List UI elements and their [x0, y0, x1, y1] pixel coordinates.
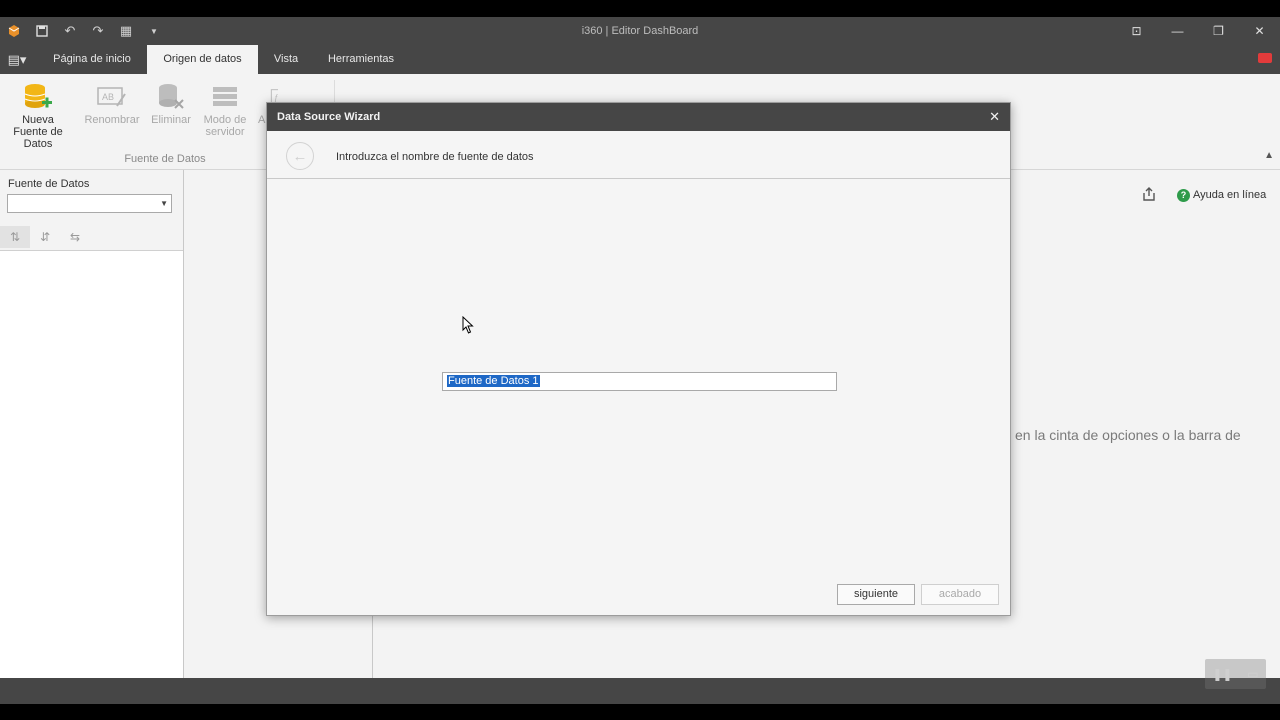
- svg-text:AB: AB: [102, 92, 114, 102]
- dialog-prompt: Introduzca el nombre de fuente de datos: [336, 151, 534, 163]
- data-source-name-input[interactable]: Fuente de Datos 1: [442, 372, 837, 391]
- customize-qat-chevron-icon[interactable]: ▼: [140, 17, 168, 45]
- online-help-link[interactable]: ? Ayuda en línea: [1177, 186, 1266, 204]
- sort-descending-icon[interactable]: ⇵: [30, 226, 60, 248]
- layout-divider: [372, 616, 373, 678]
- dialog-header: ← Introduzca el nombre de fuente de dato…: [267, 131, 1010, 179]
- redo-icon[interactable]: ↷: [84, 17, 112, 45]
- rename-label: Renombrar: [84, 114, 140, 126]
- server-mode-icon: [213, 87, 237, 106]
- share-icon[interactable]: [1141, 186, 1159, 204]
- app-logo-icon: [0, 17, 28, 45]
- video-icon[interactable]: [1258, 53, 1272, 63]
- finish-button[interactable]: acabado: [921, 584, 999, 605]
- data-source-label: Fuente de Datos: [8, 178, 90, 190]
- empty-dashboard-hint: en la cinta de opciones o la barra de: [1015, 427, 1241, 443]
- save-icon[interactable]: [28, 17, 56, 45]
- new-data-source-button[interactable]: Nueva Fuente de Datos: [6, 80, 70, 150]
- next-button[interactable]: siguiente: [837, 584, 915, 605]
- new-data-source-label: Nueva Fuente de Datos: [13, 114, 63, 150]
- title-bar: ↶ ↷ ▦ ▼ i360 | Editor DashBoard ⊡ — ❐ ✕: [0, 17, 1280, 45]
- help-icon: ?: [1177, 188, 1190, 202]
- server-mode-label: Modo de servidor: [203, 114, 247, 138]
- minimize-icon[interactable]: —: [1157, 17, 1198, 45]
- status-bar: [0, 678, 1280, 704]
- quick-access-toolbar: ↶ ↷ ▦ ▼: [0, 17, 168, 45]
- database-add-icon: [24, 84, 52, 108]
- online-help-label: Ayuda en línea: [1193, 189, 1267, 201]
- window-title: i360 | Editor DashBoard: [581, 25, 699, 37]
- sort-ascending-icon[interactable]: ⇅: [0, 226, 30, 248]
- data-source-name-value: Fuente de Datos 1: [447, 375, 540, 387]
- server-mode-button[interactable]: Modo de servidor: [193, 80, 257, 138]
- application-window: ↶ ↷ ▦ ▼ i360 | Editor DashBoard ⊡ — ❐ ✕ …: [0, 17, 1280, 704]
- rename-button[interactable]: AB Renombrar: [80, 80, 144, 126]
- dialog-title: Data Source Wizard: [267, 103, 1010, 131]
- undo-icon[interactable]: ↶: [56, 17, 84, 45]
- tab-origen-de-datos[interactable]: Origen de datos: [147, 45, 258, 74]
- ribbon-display-icon[interactable]: ⊡: [1116, 17, 1157, 45]
- tab-herramientas[interactable]: Herramientas: [314, 45, 408, 74]
- back-arrow-icon[interactable]: ←: [286, 142, 314, 170]
- screen-icon[interactable]: ▭: [1247, 667, 1258, 681]
- data-source-combo[interactable]: ▼: [7, 194, 172, 213]
- window-controls: ⊡ — ❐ ✕: [1116, 17, 1280, 45]
- dialog-close-icon[interactable]: ✕: [989, 103, 1000, 131]
- data-source-wizard-dialog: Data Source Wizard ✕ ← Introduzca el nom…: [266, 102, 1011, 616]
- pause-icon[interactable]: ❚❚: [1212, 667, 1232, 681]
- layout-icon[interactable]: ▦: [112, 17, 140, 45]
- close-icon[interactable]: ✕: [1239, 17, 1280, 45]
- restore-icon[interactable]: ❐: [1198, 17, 1239, 45]
- field-tree[interactable]: [0, 250, 183, 678]
- file-menu-icon[interactable]: ▤▾: [0, 45, 34, 74]
- field-list-toolbar: ⇅ ⇵ ⇆: [0, 226, 90, 248]
- swap-icon[interactable]: ⇆: [60, 226, 90, 248]
- tab-pagina-de-inicio[interactable]: Página de inicio: [37, 45, 147, 74]
- ribbon-tab-row: ▤▾ Página de inicio Origen de datos Vist…: [0, 45, 1280, 74]
- tab-vista[interactable]: Vista: [258, 45, 314, 74]
- chevron-down-icon[interactable]: ▼: [160, 199, 168, 208]
- collapse-ribbon-icon[interactable]: ▲: [1264, 150, 1274, 161]
- data-source-panel: Fuente de Datos ▼ ⇅ ⇵ ⇆: [0, 170, 184, 678]
- rename-icon: AB: [97, 87, 126, 107]
- video-player-controls: ❚❚ ▭: [1205, 659, 1266, 689]
- database-delete-icon: [159, 84, 184, 109]
- mouse-cursor-icon: [462, 316, 474, 334]
